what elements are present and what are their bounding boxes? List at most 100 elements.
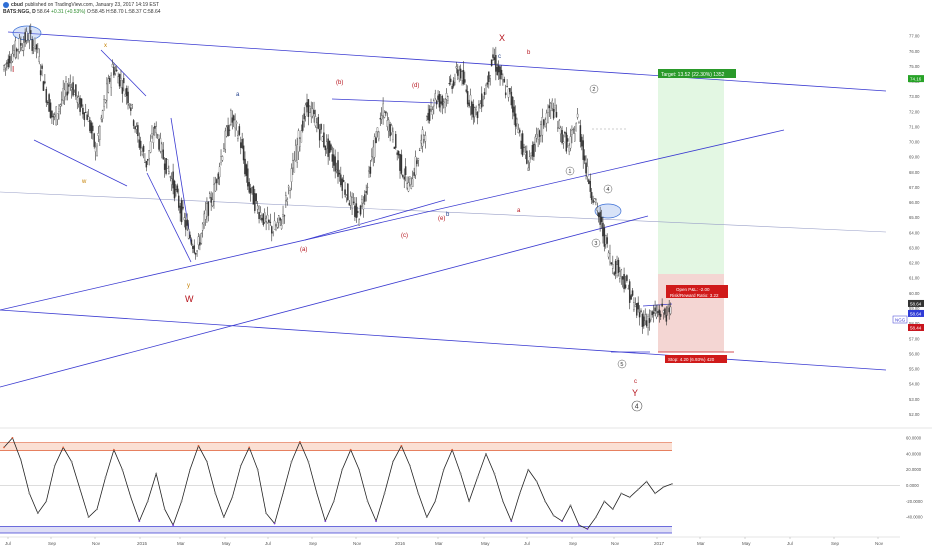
candle-body	[359, 205, 362, 215]
ngg-label: NGG	[895, 318, 906, 323]
candle-body	[356, 210, 359, 214]
candle-body	[399, 154, 401, 171]
candle-body	[402, 175, 404, 177]
candle-body	[485, 85, 487, 95]
osc-dot	[442, 468, 445, 471]
candle-body	[197, 236, 200, 245]
osc-dot	[163, 508, 166, 511]
candle-body	[571, 130, 573, 136]
candle-body	[514, 113, 517, 127]
candle-body	[404, 166, 407, 176]
candle-body	[173, 180, 176, 199]
candle-body	[240, 142, 242, 148]
price-tick-label: 54.00	[909, 382, 920, 387]
candle-body	[25, 31, 28, 41]
candle-body	[500, 69, 503, 75]
osc-dot	[113, 448, 115, 451]
candle-body	[338, 172, 341, 175]
candle-body	[599, 211, 601, 225]
candle-body	[657, 311, 659, 313]
candle-body	[521, 133, 524, 156]
candle-body	[334, 156, 336, 172]
candle-body	[667, 304, 669, 307]
candle-body	[493, 57, 496, 61]
wave-label-b-red: b	[527, 50, 531, 56]
candle-body	[223, 148, 225, 152]
candle-body	[238, 126, 241, 135]
candle-body	[283, 215, 286, 217]
candle-body	[178, 195, 180, 208]
osc-dot	[645, 480, 648, 483]
osc-dot	[79, 488, 82, 491]
candle-body	[476, 112, 479, 119]
candle-body	[483, 92, 486, 95]
candle-body	[548, 105, 551, 109]
candle-body	[232, 115, 235, 121]
candle-body	[376, 127, 379, 132]
candle-body	[156, 134, 159, 136]
candle-body	[77, 96, 80, 105]
candle-body	[641, 314, 644, 327]
candle-body	[169, 176, 172, 178]
wedge-line-1	[33, 139, 128, 187]
svg-text:3: 3	[594, 241, 597, 247]
candle-body	[228, 129, 231, 131]
candle-body	[93, 133, 95, 147]
candle-body	[557, 127, 559, 129]
candle-body	[65, 81, 67, 93]
candle-body	[180, 200, 183, 223]
candle-body	[110, 75, 112, 88]
candle-body	[261, 217, 263, 221]
candle-body	[209, 193, 211, 199]
osc-dot	[518, 492, 521, 495]
candle-body	[348, 202, 351, 206]
time-tick-label: Sep	[831, 541, 840, 546]
osc-dot	[146, 500, 149, 503]
candle-body	[294, 145, 297, 162]
candle-body	[120, 78, 122, 81]
candle-body	[331, 154, 334, 162]
osc-dot	[53, 464, 56, 467]
candle-body	[392, 131, 394, 140]
osc-dot	[197, 444, 200, 447]
channel-bottom-line	[0, 309, 887, 371]
candle-body	[70, 87, 73, 90]
candle-body	[488, 71, 490, 83]
osc-dot	[620, 492, 623, 495]
candle-body	[115, 69, 118, 72]
candle-body	[22, 42, 25, 51]
candle-body	[530, 152, 532, 157]
candle-body	[417, 158, 420, 161]
candle-body	[452, 80, 455, 87]
osc-dot	[654, 492, 656, 495]
candle-body	[616, 264, 618, 276]
osc-dot	[265, 512, 268, 515]
candle-body	[263, 212, 266, 223]
osc-dot	[425, 516, 428, 519]
candle-body	[383, 112, 386, 118]
candle-body	[279, 217, 281, 221]
svg-text:4: 4	[606, 187, 609, 193]
candle-body	[512, 96, 514, 113]
candle-body	[448, 83, 451, 85]
candle-body	[602, 222, 604, 237]
wave-label-a-blue: a	[236, 92, 240, 98]
candle-body	[75, 84, 77, 97]
osc-lower-band	[0, 526, 672, 533]
osc-upper-band	[0, 442, 672, 451]
candle-body	[466, 91, 469, 105]
time-axis: Jul Sep Nov 2015 Mar May Jul Sep Nov 2016 Mar May Ju…	[5, 537, 884, 546]
candle-body	[478, 104, 480, 106]
price-chart[interactable]: 77.0076.0075.0074.0073.0072.0071.0070.00…	[0, 0, 932, 550]
osc-tick-label: 0.0000	[906, 483, 919, 488]
osc-dot	[400, 444, 403, 447]
candle-body	[341, 178, 343, 191]
candle-body	[468, 102, 470, 107]
candle-body	[96, 145, 98, 156]
candle-body	[441, 96, 444, 106]
candle-body	[290, 168, 293, 182]
candle-body	[182, 206, 184, 209]
e-line	[304, 199, 446, 241]
candle-body	[490, 59, 493, 67]
candle-body	[516, 118, 518, 124]
